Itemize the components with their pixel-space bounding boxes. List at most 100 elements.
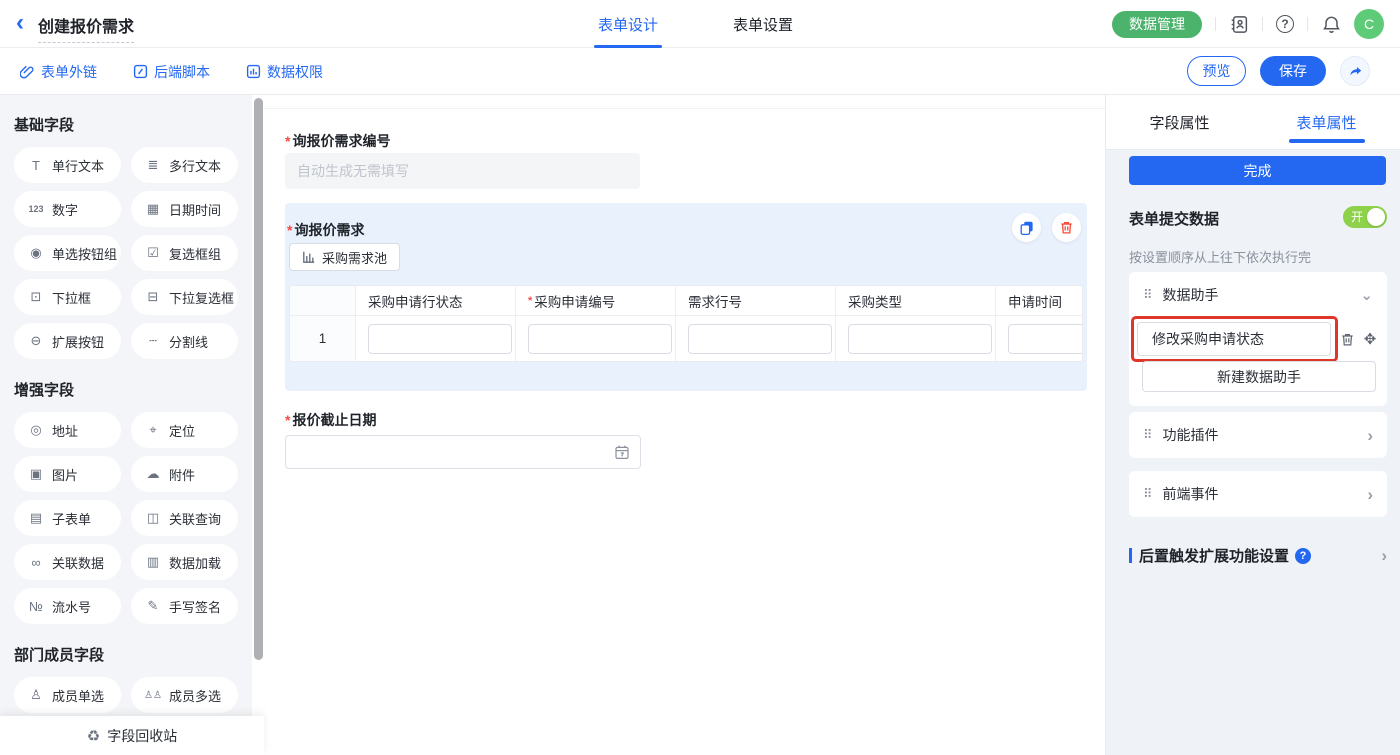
data-manage-button[interactable]: 数据管理 — [1112, 11, 1202, 38]
field-item-signature[interactable]: ✎手写签名 — [131, 588, 238, 624]
avatar[interactable]: C — [1354, 9, 1384, 39]
field-item-checkbox-group[interactable]: ☑复选框组 — [131, 235, 238, 271]
external-link-action[interactable]: 表单外链 — [20, 62, 97, 82]
submit-data-toggle[interactable]: 开 — [1343, 206, 1387, 228]
row-number-header — [290, 286, 356, 316]
drag-handle-icon[interactable]: ⠿ — [1143, 486, 1153, 502]
field-item-subform[interactable]: ▤子表单 — [14, 500, 121, 536]
member-icon: ♙ — [27, 687, 45, 703]
field-item-linked-query[interactable]: ◫关联查询 — [131, 500, 238, 536]
form-canvas: *询报价需求编号 *询报价需求 采购需求池 采购申请行状态 — [264, 95, 1105, 755]
divider-icon: ┄ — [144, 333, 162, 349]
share-arrow-icon — [1348, 64, 1363, 79]
field-item-location[interactable]: ⌖定位 — [131, 412, 238, 448]
field-item-address[interactable]: ◎地址 — [14, 412, 121, 448]
field-item-linked-data[interactable]: ∞关联数据 — [14, 544, 121, 580]
tab-form-properties[interactable]: 表单属性 — [1253, 95, 1400, 149]
field-item-image[interactable]: ▣图片 — [14, 456, 121, 492]
card-frontend-events-header[interactable]: ⠿ 前端事件 › — [1129, 471, 1387, 517]
field-item-single-line-text[interactable]: T单行文本 — [14, 147, 121, 183]
cell-input-line-no[interactable] — [688, 324, 832, 354]
form-toolbar: 表单外链 后端脚本 数据权限 预览 保存 — [0, 48, 1400, 95]
table-row: 1 — [290, 316, 1083, 361]
properties-tabs: 字段属性 表单属性 — [1106, 95, 1400, 150]
drag-handle-icon[interactable]: ⠿ — [1143, 427, 1153, 443]
chevron-right-icon[interactable]: › — [1367, 486, 1373, 503]
backend-script-action[interactable]: 后端脚本 — [133, 62, 210, 82]
notification-bell-icon[interactable] — [1321, 14, 1341, 34]
accent-bar — [1129, 548, 1132, 563]
cell-input-type[interactable] — [848, 324, 992, 354]
textarea-icon: ≣ — [144, 157, 162, 173]
data-helper-item[interactable]: 修改采购申请状态 — [1137, 322, 1331, 356]
chevron-right-icon[interactable]: › — [1381, 547, 1387, 564]
section-title-members: 部门成员字段 — [14, 644, 238, 665]
toggle-knob — [1367, 208, 1385, 226]
chevron-right-icon[interactable]: › — [1367, 427, 1373, 444]
field-item-multi-select[interactable]: ⊟下拉复选框 — [131, 279, 238, 315]
active-tab-underline — [594, 45, 662, 48]
field-item-divider[interactable]: ┄分割线 — [131, 323, 238, 359]
cell-input-time[interactable] — [1008, 324, 1083, 354]
field-item-number[interactable]: 123数字 — [14, 191, 121, 227]
column-header: 采购申请行状态 — [356, 286, 516, 316]
data-permission-action[interactable]: 数据权限 — [246, 62, 323, 82]
image-icon: ▣ — [27, 466, 45, 482]
table-cell — [996, 316, 1083, 361]
copy-field-button[interactable] — [1012, 213, 1041, 242]
field-item-multi-line-text[interactable]: ≣多行文本 — [131, 147, 238, 183]
properties-panel: 字段属性 表单属性 完成 表单提交数据 开 按设置顺序从上往下依次执行完 ⠿ 数… — [1105, 95, 1400, 755]
procurement-pool-button[interactable]: 采购需求池 — [289, 243, 400, 271]
drag-handle-icon[interactable]: ⠿ — [1143, 287, 1153, 303]
request-number-input[interactable] — [285, 153, 640, 189]
chevron-down-icon[interactable]: ⌄ — [1360, 288, 1373, 303]
deadline-date-input[interactable] — [286, 436, 640, 468]
app-header: ‹ 创建报价需求 表单设计 表单设置 数据管理 ? C — [0, 0, 1400, 48]
cell-input-request-no[interactable] — [528, 324, 672, 354]
card-function-plugins-header[interactable]: ⠿ 功能插件 › — [1129, 412, 1387, 458]
field-item-member-multi[interactable]: ♙♙成员多选 — [131, 677, 238, 713]
field-item-member-single[interactable]: ♙成员单选 — [14, 677, 121, 713]
field-item-radio-group[interactable]: ◉单选按钮组 — [14, 235, 121, 271]
tab-form-settings[interactable]: 表单设置 — [733, 14, 793, 35]
tab-form-design[interactable]: 表单设计 — [598, 14, 658, 35]
help-icon[interactable]: ? — [1276, 15, 1294, 33]
delete-field-button[interactable] — [1052, 213, 1081, 242]
tab-field-properties[interactable]: 字段属性 — [1106, 95, 1253, 149]
subform-icon: ▤ — [27, 510, 45, 526]
help-badge-icon[interactable]: ? — [1295, 548, 1311, 564]
card-data-helper-header[interactable]: ⠿ 数据助手 ⌄ — [1129, 272, 1387, 318]
field-item-select[interactable]: ⊡下拉框 — [14, 279, 121, 315]
recycle-icon: ♻ — [87, 727, 100, 745]
serial-icon: № — [27, 599, 45, 614]
done-button[interactable]: 完成 — [1129, 156, 1386, 185]
move-helper-icon[interactable]: ✥ — [1361, 330, 1379, 348]
contacts-book-icon[interactable] — [1229, 14, 1249, 34]
field-recycle-bin[interactable]: ♻ 字段回收站 — [0, 716, 264, 755]
field-label-quotation-request: *询报价需求 — [287, 220, 364, 240]
field-item-serial-number[interactable]: №流水号 — [14, 588, 121, 624]
post-trigger-settings[interactable]: 后置触发扩展功能设置 ? › — [1129, 545, 1387, 566]
select-icon: ⊡ — [27, 289, 45, 305]
radio-icon: ◉ — [27, 245, 45, 261]
field-item-extend-button[interactable]: ⊖扩展按钮 — [14, 323, 121, 359]
save-button[interactable]: 保存 — [1260, 56, 1326, 86]
field-item-attachment[interactable]: ☁附件 — [131, 456, 238, 492]
multiselect-icon: ⊟ — [144, 289, 162, 305]
delete-helper-button[interactable] — [1338, 330, 1356, 348]
preview-button[interactable]: 预览 — [1187, 56, 1246, 86]
field-item-data-load[interactable]: ▥数据加载 — [131, 544, 238, 580]
field-item-datetime[interactable]: ▦日期时间 — [131, 191, 238, 227]
page-title[interactable]: 创建报价需求 — [38, 13, 134, 43]
sidebar-scrollbar-track[interactable] — [253, 95, 264, 755]
back-icon[interactable]: ‹ — [16, 10, 24, 36]
share-button[interactable] — [1340, 56, 1370, 86]
attachment-icon: ☁ — [144, 466, 162, 482]
bar-chart-icon — [302, 250, 316, 264]
new-data-helper-button[interactable]: 新建数据助手 — [1142, 361, 1376, 392]
cell-input-status[interactable] — [368, 324, 512, 354]
selected-subform-block[interactable]: *询报价需求 采购需求池 采购申请行状态 *采购申请编号 需求行号 — [285, 203, 1087, 391]
table-cell — [676, 316, 836, 361]
sidebar-scrollbar-thumb[interactable] — [254, 98, 263, 660]
calendar-icon[interactable] — [614, 444, 630, 460]
